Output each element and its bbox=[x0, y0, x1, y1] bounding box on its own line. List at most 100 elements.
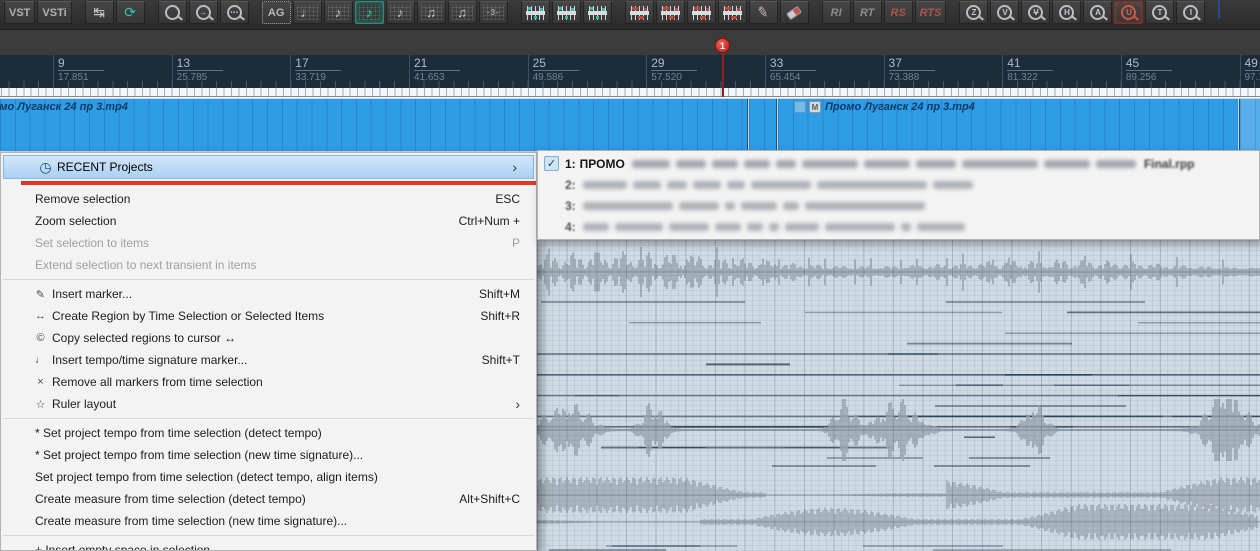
zoom-u-button[interactable]: U bbox=[1114, 1, 1144, 24]
media-item-mid[interactable] bbox=[749, 99, 777, 151]
track-area[interactable]: Промо Луганск 24 пр 3.mp4 M Промо Луганс… bbox=[0, 97, 1260, 152]
redacted-text-bar bbox=[666, 180, 687, 189]
arrange-background[interactable] bbox=[537, 240, 1260, 551]
menu-item-insert-empty-space[interactable]: + Insert empty space in selection bbox=[1, 539, 536, 550]
partial-blue-icon bbox=[1218, 0, 1221, 19]
ruler-measure: 21 41.653 bbox=[408, 55, 460, 88]
pencil-tool-button[interactable]: ✎ bbox=[748, 1, 778, 24]
measure-number: 9 bbox=[58, 55, 104, 71]
media-item-right[interactable]: M Промо Луганск 24 пр 3.mp4 bbox=[778, 99, 1238, 151]
toolbar-group: ✎ bbox=[624, 1, 809, 24]
automation-button-4[interactable] bbox=[717, 1, 747, 24]
measure-number: 29 bbox=[651, 55, 698, 71]
grid-quarter-note-button[interactable]: ♩ bbox=[292, 1, 322, 24]
ruler-measure: 29 57.520 bbox=[646, 55, 698, 88]
recent-project-item[interactable]: 2: bbox=[538, 174, 1259, 195]
rs-button[interactable]: RS bbox=[883, 1, 913, 24]
timeline-ruler[interactable]: 9 17.851 13 25.785 17 33.719 21 41.653 25 49.586 2… bbox=[0, 55, 1260, 88]
beat-tick-strip[interactable] bbox=[0, 88, 1260, 97]
redacted-text-bar bbox=[915, 159, 956, 168]
menu-item-recent-projects[interactable]: ◷ RECENT Projects › bbox=[3, 155, 534, 179]
grid-eighth-note-button[interactable]: ♪ bbox=[323, 1, 353, 24]
menu-item-extend-selection: Extend selection to next transient in it… bbox=[1, 254, 536, 276]
recent-project-item[interactable]: 3: bbox=[538, 195, 1259, 216]
magnifier-icon: T bbox=[1152, 5, 1168, 20]
redacted-text-bar bbox=[900, 222, 911, 231]
measure-time: 73.388 bbox=[888, 72, 920, 83]
zoom-v2-button[interactable]: V bbox=[1021, 1, 1051, 24]
redacted-text-bar bbox=[678, 201, 719, 210]
rts-button[interactable]: RTS bbox=[914, 1, 947, 24]
lock-badge[interactable] bbox=[794, 101, 806, 113]
menu-item-insert-tempo-marker[interactable]: ♩ Insert tempo/time signature marker... Sh… bbox=[1, 349, 536, 371]
menu-item-create-measure-detect[interactable]: Create measure from time selection (dete… bbox=[1, 488, 536, 510]
menu-item-ruler-layout[interactable]: ☆ Ruler layout › bbox=[1, 393, 536, 415]
measure-time: 81.322 bbox=[1007, 72, 1038, 83]
magnifier-icon: V bbox=[997, 5, 1013, 20]
menu-item-set-tempo-align[interactable]: Set project tempo from time selection (d… bbox=[1, 466, 536, 488]
reaper-window: VST VSTi ↹ ⟳ → ⋯ AG ♩ ♪ ♪ ♪ ♫ ♫ -3- ✎ RI RT RS RTS Z V V H A U T I… bbox=[0, 0, 1260, 551]
media-item-left[interactable]: Промо Луганск 24 пр 3.mp4 bbox=[0, 99, 748, 151]
grid-note-button-4[interactable]: ♪ bbox=[385, 1, 415, 24]
partial-toolbar-icon[interactable] bbox=[1218, 0, 1221, 19]
vsti-button[interactable]: VSTi bbox=[37, 1, 72, 24]
grid-note-button-6[interactable]: ♫ bbox=[447, 1, 477, 24]
recent-project-item[interactable]: 4: bbox=[538, 216, 1259, 237]
magnifier-icon: A bbox=[1090, 5, 1106, 20]
item-edge-tool-button[interactable]: ↹ bbox=[84, 1, 114, 24]
menu-item-create-region[interactable]: ↔ Create Region by Time Selection or Sele… bbox=[1, 305, 536, 327]
grid-triplet-button[interactable]: -3- bbox=[478, 1, 508, 24]
main-toolbar: VST VSTi ↹ ⟳ → ⋯ AG ♩ ♪ ♪ ♪ ♫ ♫ -3- ✎ RI RT RS RTS Z V V H A U T I bbox=[0, 0, 1260, 29]
grid-note-button-5[interactable]: ♫ bbox=[416, 1, 446, 24]
menu-item-create-measure-new-sig[interactable]: Create measure from time selection (new … bbox=[1, 510, 536, 532]
menu-item-set-tempo-detect[interactable]: * Set project tempo from time selection … bbox=[1, 422, 536, 444]
vst-button[interactable]: VST bbox=[4, 1, 36, 24]
clock-icon: ◷ bbox=[39, 158, 52, 175]
grid-note-active-button[interactable]: ♪ bbox=[354, 1, 384, 24]
menu-item-set-tempo-new-sig[interactable]: * Set project tempo from time selection … bbox=[1, 444, 536, 466]
envelope-button-1[interactable] bbox=[520, 1, 550, 24]
menu-item-copy-regions[interactable]: © Copy selected regions to cursor ↔ bbox=[1, 327, 536, 349]
zoom-out-button[interactable] bbox=[157, 1, 187, 24]
redacted-text-bar bbox=[816, 180, 927, 189]
measure-time: 57.520 bbox=[651, 72, 682, 83]
zoom-t-button[interactable]: T bbox=[1145, 1, 1175, 24]
menu-item-zoom-selection[interactable]: Zoom selection Ctrl+Num + bbox=[1, 210, 536, 232]
envelope-button-3[interactable] bbox=[582, 1, 612, 24]
zoom-v-button[interactable]: V bbox=[990, 1, 1020, 24]
measure-time: 49.586 bbox=[532, 72, 564, 83]
ri-button[interactable]: RI bbox=[821, 1, 851, 24]
zoom-h-button[interactable]: H bbox=[1052, 1, 1082, 24]
loop-toggle-button[interactable]: ⟳ bbox=[115, 1, 145, 24]
zoom-a-button[interactable]: A bbox=[1083, 1, 1113, 24]
automation-button-1[interactable] bbox=[624, 1, 654, 24]
redacted-text-bar bbox=[775, 159, 796, 168]
redacted-text-bar bbox=[675, 159, 706, 168]
zoom-i-button[interactable]: I bbox=[1176, 1, 1206, 24]
menu-item-icon: ♩ bbox=[35, 354, 46, 366]
envelope-button-2[interactable] bbox=[551, 1, 581, 24]
menu-item-remove-selection[interactable]: Remove selection ESC bbox=[1, 188, 536, 210]
recent-project-item[interactable]: ✓ 1: ПРОМО Final.rpp bbox=[538, 153, 1259, 174]
fader-icon bbox=[556, 5, 576, 20]
toolbar-group: → ⋯ bbox=[157, 1, 249, 24]
menu-item-remove-all-markers[interactable]: × Remove all markers from time selection bbox=[1, 371, 536, 393]
redacted-text-bar bbox=[692, 180, 721, 189]
redacted-text-bar bbox=[724, 201, 735, 210]
adaptive-grid-button[interactable]: AG bbox=[261, 1, 291, 24]
submenu-arrow-icon: › bbox=[515, 396, 520, 412]
zoom-selection-button[interactable]: → bbox=[188, 1, 218, 24]
marker-1-flag[interactable]: 1 bbox=[715, 38, 730, 53]
check-icon: ✓ bbox=[544, 156, 559, 171]
automation-button-3[interactable] bbox=[686, 1, 716, 24]
media-item-far-right[interactable] bbox=[1239, 99, 1260, 151]
zoom-z-button[interactable]: Z bbox=[959, 1, 989, 24]
zoom-grid-button[interactable]: ⋯ bbox=[219, 1, 249, 24]
redacted-text-bar bbox=[916, 222, 965, 231]
mute-badge[interactable]: M bbox=[809, 101, 821, 113]
menu-item-insert-marker[interactable]: ✎ Insert marker... Shift+M bbox=[1, 283, 536, 305]
automation-button-2[interactable] bbox=[655, 1, 685, 24]
note-icon: ♪ bbox=[396, 5, 404, 20]
eraser-tool-button[interactable] bbox=[779, 1, 809, 24]
rt-button[interactable]: RT bbox=[852, 1, 882, 24]
